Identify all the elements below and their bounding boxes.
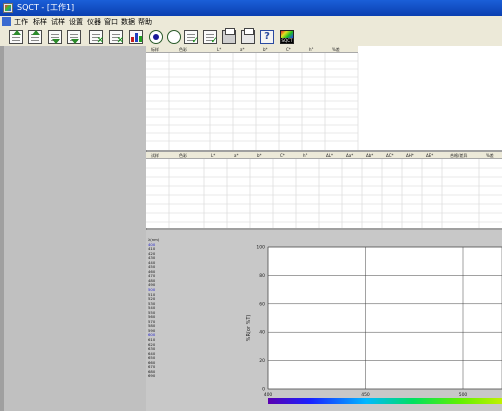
document-icon[interactable] xyxy=(2,17,11,26)
smp-col-h[interactable]: h° xyxy=(303,152,308,159)
standard-table-pane[interactable]: 标样 色彩 L* a* b* C* h° %差 xyxy=(146,46,502,150)
smp-col-db[interactable]: Δb* xyxy=(366,152,373,159)
title-bar: SQCT - [工作1] xyxy=(0,0,502,16)
menu-instrument[interactable]: 仪器 xyxy=(87,16,101,28)
chart-y-tick-label: 60 xyxy=(259,301,265,307)
smp-col-dh[interactable]: ΔH* xyxy=(406,152,414,159)
smp-col-da[interactable]: Δa* xyxy=(346,152,353,159)
export-up-icon[interactable] xyxy=(9,30,23,44)
menu-work[interactable]: 工作 xyxy=(14,16,28,28)
chart-y-tick-label: 20 xyxy=(259,358,265,364)
smp-col-c[interactable]: C* xyxy=(280,152,285,159)
edit-doc-icon-2[interactable]: ✓ xyxy=(203,30,218,46)
chart-y-tick-label: 80 xyxy=(259,273,265,279)
std-col-color[interactable]: 色彩 xyxy=(179,46,187,53)
standard-table-header: 标样 色彩 L* a* b* C* h° %差 xyxy=(146,46,358,53)
export-up-icon-2[interactable] xyxy=(28,30,42,44)
smp-col-sample[interactable]: 试样 xyxy=(151,152,159,159)
sample-table-grid xyxy=(146,159,502,228)
radio-on-icon[interactable] xyxy=(149,30,163,44)
chart-y-axis-label: %R(or %T) xyxy=(246,315,252,342)
radio-off-icon[interactable] xyxy=(167,30,181,44)
chart-plot-area xyxy=(267,246,502,390)
spectral-pane[interactable]: λ(nm) 400 410 420 430 440 450 460 470 480 490 500 5… xyxy=(146,230,502,411)
menu-window[interactable]: 窗口 xyxy=(104,16,118,28)
left-panel[interactable] xyxy=(4,46,147,411)
chart-x-tick-label: 500 xyxy=(459,392,468,398)
std-col-c[interactable]: C* xyxy=(286,46,291,53)
smp-col-b[interactable]: b* xyxy=(257,152,262,159)
std-col-l[interactable]: L* xyxy=(217,46,221,53)
chart-x-tick-label: 450 xyxy=(361,392,370,398)
std-col-h[interactable]: h° xyxy=(309,46,314,53)
standard-table-grid xyxy=(146,53,359,150)
smp-col-a[interactable]: a* xyxy=(234,152,238,159)
help-icon[interactable]: ? xyxy=(260,30,274,44)
import-down-icon-2[interactable] xyxy=(67,30,81,44)
menu-help[interactable]: 帮助 xyxy=(138,16,152,28)
smp-col-diff[interactable]: %差 xyxy=(486,152,494,159)
import-down-icon[interactable] xyxy=(48,30,62,44)
delete-doc-icon[interactable]: ✕ xyxy=(89,30,104,46)
delete-doc-icon-2[interactable]: ✕ xyxy=(109,30,124,46)
smp-col-color[interactable]: 色彩 xyxy=(179,152,187,159)
menu-data[interactable]: 数据 xyxy=(121,16,135,28)
sample-table-header: 试样 色彩 L* a* b* C* h° ΔL* Δa* Δb* ΔC* ΔH*… xyxy=(146,152,502,159)
chart-x-tick-label: 400 xyxy=(264,392,273,398)
chart-y-tick-label: 40 xyxy=(259,330,265,336)
std-col-a[interactable]: a* xyxy=(240,46,244,53)
std-col-standard[interactable]: 标样 xyxy=(151,46,159,53)
edit-doc-icon[interactable]: ✓ xyxy=(184,30,199,46)
chart-y-tick-label: 100 xyxy=(256,245,265,251)
reflectance-chart[interactable]: 0 20 40 60 80 100 400 450 500 %R(or %T) xyxy=(146,230,502,411)
std-col-b[interactable]: b* xyxy=(263,46,268,53)
spectrum-color-bar xyxy=(268,398,502,404)
menu-sample[interactable]: 试样 xyxy=(51,16,65,28)
std-col-diff[interactable]: %差 xyxy=(332,46,340,53)
print-preview-icon[interactable] xyxy=(241,28,255,44)
bar-chart-icon[interactable] xyxy=(129,30,143,44)
sample-table-pane[interactable]: 试样 色彩 L* a* b* C* h° ΔL* Δa* Δb* ΔC* ΔH*… xyxy=(146,152,502,228)
sqct-logo-label: SQCT xyxy=(281,38,293,43)
smp-col-l[interactable]: L* xyxy=(211,152,215,159)
smp-col-dl[interactable]: ΔL* xyxy=(326,152,333,159)
app-icon xyxy=(3,3,13,13)
window-title: SQCT - [工作1] xyxy=(17,3,75,12)
smp-col-dc[interactable]: ΔC* xyxy=(386,152,394,159)
chart-y-tick-label: 0 xyxy=(262,387,265,393)
printer-icon[interactable] xyxy=(222,28,236,44)
smp-col-de[interactable]: ΔE* xyxy=(426,152,433,159)
menu-bar: 工作 标样 试样 设置 仪器 窗口 数据 帮助 xyxy=(0,16,502,28)
toolbar: ✕ ✕ ✓ ✓ ? SQCT xyxy=(0,28,502,46)
sqct-logo-icon[interactable]: SQCT xyxy=(280,30,294,44)
smp-col-pass[interactable]: 合格/差异 xyxy=(450,152,467,159)
menu-settings[interactable]: 设置 xyxy=(69,16,83,28)
menu-standard[interactable]: 标样 xyxy=(33,16,47,28)
